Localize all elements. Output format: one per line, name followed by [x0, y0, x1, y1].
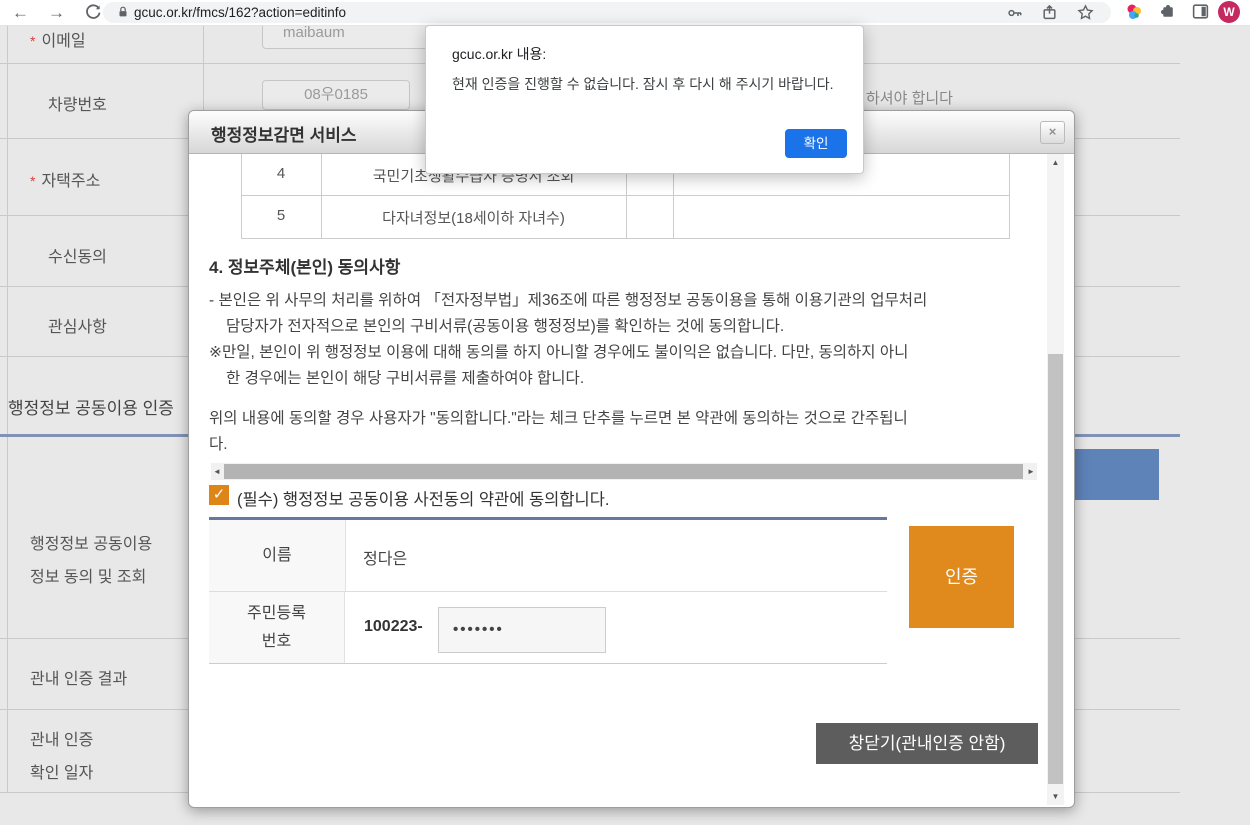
table-border: [241, 195, 1010, 196]
scroll-down-icon[interactable]: ▼: [1047, 792, 1064, 801]
table-border: [241, 238, 1010, 239]
back-icon[interactable]: ←: [12, 0, 29, 25]
consent-paragraph-3: 위의 내용에 동의할 경우 사용자가 "동의합니다."라는 체크 단추를 누르면…: [209, 406, 908, 458]
table-row-desc: 다자녀정보(18세이하 자녀수): [321, 207, 626, 228]
password-key-icon[interactable]: [1007, 5, 1023, 26]
rrn-password-field[interactable]: •••••••: [438, 607, 606, 653]
field-label-receive-consent: 수신동의: [48, 243, 107, 267]
consent-checkbox-label: (필수) 행정정보 공동이용 사전동의 약관에 동의합니다.: [237, 486, 609, 510]
modal-title: 행정정보감면 서비스: [211, 121, 356, 146]
close-icon[interactable]: ×: [1040, 121, 1065, 144]
sidebar-item-local-auth-date: 관내 인증 확인 일자: [30, 724, 93, 790]
bookmark-star-icon[interactable]: [1077, 4, 1094, 26]
rrn-prefix: 100223-: [364, 618, 423, 636]
admin-info-service-modal: 행정정보감면 서비스 × 4 국민기초생활수급자 증명서 조회 5 다자녀정보(…: [188, 110, 1075, 808]
rrn-label: 주민등록 번호: [209, 592, 345, 663]
background-blue-button[interactable]: [1075, 449, 1159, 500]
lock-icon: [116, 5, 130, 24]
forward-icon[interactable]: →: [48, 0, 65, 25]
profile-avatar[interactable]: W: [1218, 1, 1240, 23]
share-icon[interactable]: [1041, 4, 1058, 26]
required-asterisk: *: [30, 173, 35, 189]
field-label-email: *이메일: [30, 27, 86, 51]
vehicle-number-field[interactable]: 08우0185: [262, 80, 410, 110]
name-label: 이름: [209, 520, 346, 591]
extensions-puzzle-icon[interactable]: [1158, 2, 1178, 22]
vertical-scrollbar-thumb[interactable]: [1048, 354, 1063, 784]
url-text[interactable]: gcuc.or.kr/fmcs/162?action=editinfo: [134, 5, 346, 20]
scroll-left-icon[interactable]: ◄: [211, 467, 223, 476]
horizontal-scrollbar[interactable]: ◄ ►: [211, 463, 1037, 480]
sidebar-item-consent-and-inquiry: 행정정보 공동이용 정보 동의 및 조회: [30, 528, 152, 594]
close-window-button[interactable]: 창닫기(관내인증 안함): [816, 723, 1038, 764]
consent-paragraph-2: ※만일, 본인이 위 행정정보 이용에 대해 동의를 하지 아니할 경우에도 불…: [209, 340, 908, 392]
js-alert-dialog: gcuc.or.kr 내용: 현재 인증을 진행할 수 없습니다. 잠시 후 다…: [425, 25, 864, 174]
url-bar[interactable]: gcuc.or.kr/fmcs/162?action=editinfo: [103, 2, 1111, 23]
field-label-vehicle: 차량번호: [48, 91, 107, 115]
extension-app-icon[interactable]: [1124, 2, 1144, 22]
table-row-number: 4: [241, 165, 321, 182]
field-label-interests: 관심사항: [48, 313, 107, 337]
field-label-home-address: *자택주소: [30, 167, 100, 191]
consent-checkbox[interactable]: ✓: [209, 485, 229, 505]
scroll-right-icon[interactable]: ►: [1025, 467, 1037, 476]
alert-message: 현재 인증을 진행할 수 없습니다. 잠시 후 다시 해 주시기 바랍니다.: [452, 74, 834, 94]
table-row-number: 5: [241, 207, 321, 224]
refresh-icon[interactable]: [84, 3, 102, 26]
authenticate-button[interactable]: 인증: [909, 526, 1014, 628]
section-title-admin-info: 행정정보 공동이용 인증: [8, 394, 188, 419]
required-asterisk: *: [30, 33, 35, 49]
name-value: 정다은: [363, 545, 407, 569]
browser-toolbar: ← → gcuc.or.kr/fmcs/162?action=editinfo: [0, 0, 1250, 26]
sidebar-item-local-auth-result: 관내 인증 결과: [30, 665, 127, 689]
table-border: [1009, 154, 1010, 238]
vehicle-hint-text: 하셔야 합니다: [866, 87, 953, 108]
screen: *이메일 차량번호 *자택주소 수신동의 관심사항 maibaum 08우018…: [0, 0, 1250, 825]
horizontal-scrollbar-thumb[interactable]: [224, 464, 1023, 479]
alert-confirm-button[interactable]: 확인: [785, 129, 847, 158]
rrn-masked-value: •••••••: [453, 608, 504, 652]
vertical-scrollbar[interactable]: ▲ ▼: [1047, 154, 1064, 805]
side-panel-icon[interactable]: [1191, 2, 1211, 22]
scroll-up-icon[interactable]: ▲: [1047, 158, 1064, 167]
info-table-bottom-border: [209, 663, 887, 664]
consent-paragraph-1: - 본인은 위 사무의 처리를 위하여 「전자정부법」제36조에 따른 행정정보…: [209, 288, 927, 340]
alert-source-title: gcuc.or.kr 내용:: [452, 44, 546, 64]
consent-section-heading: 4. 정보주체(본인) 동의사항: [209, 253, 400, 278]
